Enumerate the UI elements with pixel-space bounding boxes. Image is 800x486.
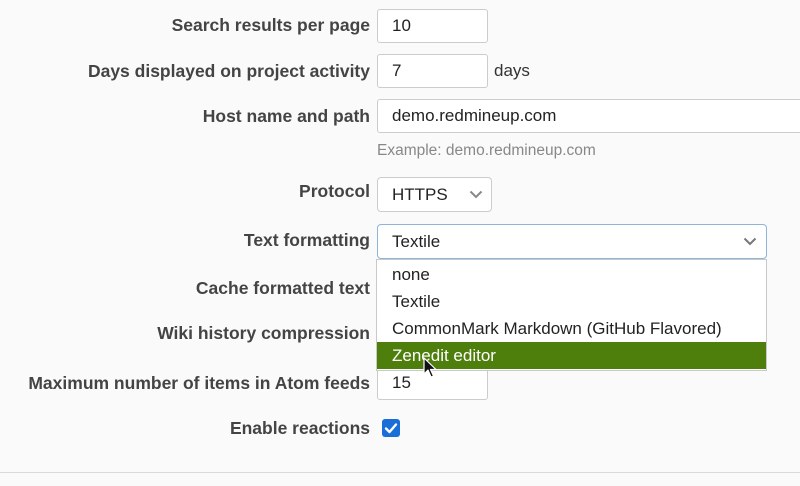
host-name-label: Host name and path xyxy=(202,106,370,126)
mouse-pointer-icon xyxy=(423,357,437,378)
max-atom-items-label: Maximum number of items in Atom feeds xyxy=(28,373,370,393)
option-commonmark[interactable]: CommonMark Markdown (GitHub Flavored) xyxy=(377,315,766,342)
text-formatting-select[interactable]: Textile xyxy=(377,224,767,259)
host-name-input[interactable] xyxy=(377,99,800,133)
section-divider xyxy=(0,472,800,473)
protocol-label: Protocol xyxy=(299,181,370,201)
cache-formatted-text-label: Cache formatted text xyxy=(195,278,370,298)
text-formatting-value: Textile xyxy=(392,232,441,251)
checkmark-icon xyxy=(384,423,398,434)
protocol-select[interactable]: HTTPS xyxy=(377,177,492,212)
host-name-hint: Example: demo.redmineup.com xyxy=(377,142,596,159)
text-formatting-label: Text formatting xyxy=(243,230,370,250)
search-results-label: Search results per page xyxy=(171,15,370,35)
enable-reactions-checkbox[interactable] xyxy=(382,419,400,437)
protocol-value: HTTPS xyxy=(392,185,448,204)
days-displayed-input[interactable] xyxy=(377,54,488,88)
wiki-history-compression-label: Wiki history compression xyxy=(157,323,370,343)
chevron-down-icon xyxy=(469,190,483,199)
chevron-down-icon xyxy=(743,237,757,246)
days-displayed-label: Days displayed on project activity xyxy=(87,61,370,81)
option-none[interactable]: none xyxy=(377,261,766,288)
enable-reactions-label: Enable reactions xyxy=(229,418,370,438)
search-results-input[interactable] xyxy=(377,9,488,43)
text-formatting-dropdown[interactable]: none Textile CommonMark Markdown (GitHub… xyxy=(376,259,767,371)
option-textile[interactable]: Textile xyxy=(377,288,766,315)
days-unit: days xyxy=(494,61,530,80)
